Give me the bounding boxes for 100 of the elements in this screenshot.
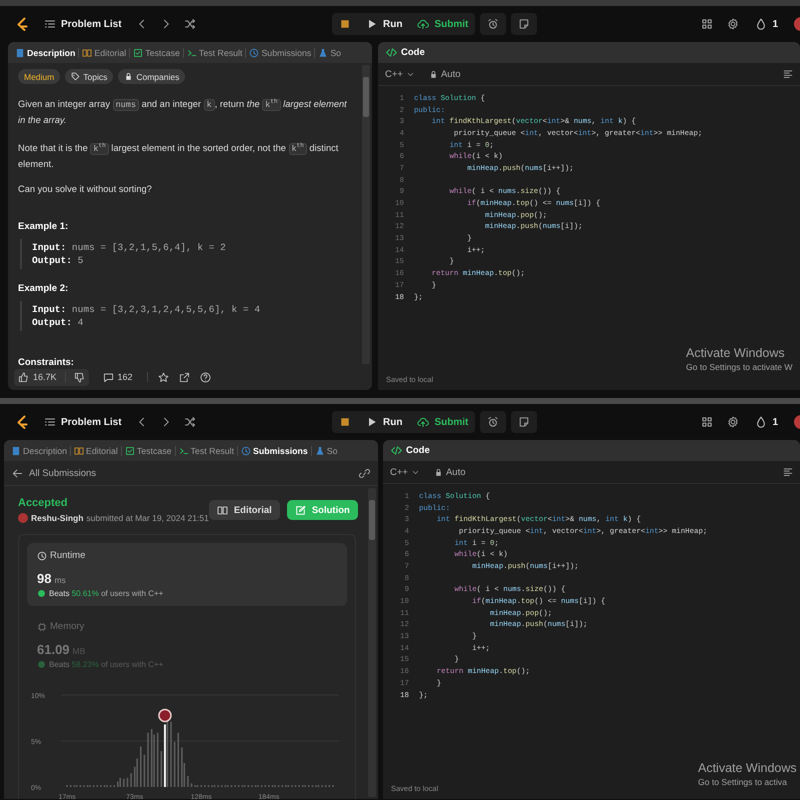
example-title: Example 1: bbox=[18, 220, 70, 232]
description-text: Note that it is the k$^{th}$ largest element in the sorted order, not the k$^{th}$ distinct element. bbox=[18, 140, 340, 171]
problem-list-button[interactable]: Problem List bbox=[42, 13, 124, 35]
alarm-icon bbox=[487, 416, 500, 428]
grid-icon[interactable] bbox=[701, 18, 714, 30]
tab[interactable]: Editorial bbox=[71, 440, 121, 461]
scrollbar[interactable] bbox=[362, 65, 370, 364]
tab[interactable]: Submissions bbox=[246, 42, 314, 63]
shuffle-icon[interactable] bbox=[184, 18, 196, 30]
watermark-title: Activate Windows bbox=[698, 761, 797, 775]
tag-button[interactable]: Companies bbox=[118, 69, 186, 84]
note-icon bbox=[518, 18, 530, 30]
doc-icon bbox=[11, 446, 21, 456]
difficulty-label: Medium bbox=[18, 69, 60, 84]
book-icon bbox=[216, 504, 228, 516]
streak-button[interactable]: 1 bbox=[753, 13, 780, 35]
back-arrow-icon bbox=[12, 468, 23, 478]
alarm-icon bbox=[487, 18, 500, 30]
streak-button[interactable]: 1 bbox=[753, 411, 780, 433]
tab[interactable]: Testcase bbox=[122, 440, 175, 461]
terminal-icon bbox=[178, 446, 189, 456]
clock-icon bbox=[241, 446, 252, 456]
user-link[interactable]: Reshu-Singh bbox=[31, 513, 84, 523]
code-icon bbox=[391, 445, 402, 456]
code-icon bbox=[386, 47, 397, 58]
panel-title: Code bbox=[401, 47, 425, 58]
format-icon[interactable] bbox=[783, 467, 793, 477]
grid-icon[interactable] bbox=[701, 416, 714, 428]
comment-icon bbox=[102, 372, 114, 382]
editorial-button[interactable]: Editorial bbox=[208, 500, 280, 520]
chip-icon bbox=[37, 622, 47, 632]
book-icon bbox=[82, 48, 92, 58]
beats-text: Beats 50.61% of users with C++ bbox=[49, 589, 164, 598]
histogram-bar bbox=[177, 732, 180, 787]
language-dropdown[interactable]: C++ bbox=[390, 466, 420, 478]
tab[interactable]: Test Result bbox=[184, 42, 246, 63]
watermark-text: Go to Settings to activate W bbox=[686, 362, 793, 372]
user-avatar bbox=[18, 513, 28, 523]
example-block: Input: nums = [3,2,1,5,6,4], k = 2 Output: 5 bbox=[20, 238, 352, 269]
thumbs-down-icon bbox=[74, 372, 85, 382]
list-icon bbox=[44, 416, 56, 428]
alarm-button[interactable] bbox=[480, 411, 506, 433]
stat-value: 61.09 bbox=[37, 642, 70, 657]
upload-icon bbox=[417, 18, 430, 30]
tab[interactable]: Testcase bbox=[130, 42, 183, 63]
format-icon[interactable] bbox=[783, 69, 793, 79]
settings-icon[interactable] bbox=[727, 18, 740, 30]
settings-icon[interactable] bbox=[727, 416, 740, 428]
lock-icon bbox=[124, 72, 134, 81]
tab[interactable]: Submissions bbox=[238, 440, 311, 461]
thumbs-up-icon bbox=[18, 372, 29, 382]
checkbox-icon bbox=[124, 446, 135, 456]
tab[interactable]: Test Result bbox=[176, 440, 238, 461]
tab[interactable]: Description bbox=[8, 440, 70, 461]
stat-label: Memory bbox=[50, 621, 84, 632]
description-text: Given an integer array nums and an integer k , return the k$^{th}$ largest element in the array. bbox=[18, 97, 348, 127]
comments-button[interactable]: 162 bbox=[98, 368, 137, 386]
play-icon bbox=[366, 416, 378, 428]
clock-icon bbox=[249, 48, 260, 58]
stat-card[interactable]: Runtime 98 ms Beats 50.61% of users with C++ bbox=[27, 543, 347, 606]
tab[interactable]: So bbox=[315, 42, 344, 63]
terminal-icon bbox=[186, 48, 197, 58]
example-title: Example 2: bbox=[18, 282, 70, 294]
scrollbar[interactable] bbox=[368, 488, 376, 797]
watermark-text: Go to Settings to activa bbox=[698, 777, 788, 787]
drop-icon bbox=[755, 18, 768, 30]
histogram-bar bbox=[140, 746, 142, 787]
alarm-button[interactable] bbox=[480, 13, 506, 35]
book-icon bbox=[74, 446, 84, 456]
language-dropdown[interactable]: C++ bbox=[385, 68, 415, 80]
tag-button[interactable]: Topics bbox=[65, 69, 114, 84]
lock-icon bbox=[434, 468, 443, 476]
tab[interactable]: Description bbox=[12, 42, 78, 63]
problem-list-button[interactable]: Problem List bbox=[42, 411, 124, 433]
play-icon bbox=[366, 18, 378, 30]
list-icon bbox=[44, 18, 56, 30]
example-block: Input: nums = [3,2,3,1,2,4,5,5,6], k = 4 Output: 4 bbox=[20, 300, 352, 331]
stat-value: 98 bbox=[37, 571, 52, 586]
auto-mode-button[interactable]: Auto bbox=[434, 466, 466, 478]
help-icon[interactable] bbox=[200, 372, 211, 382]
clock-icon bbox=[37, 550, 47, 560]
tab[interactable]: So bbox=[312, 440, 341, 461]
stat-label: Runtime bbox=[50, 550, 86, 561]
note-button[interactable] bbox=[511, 411, 538, 433]
note-button[interactable] bbox=[511, 13, 538, 35]
all-submissions-link[interactable]: All Submissions bbox=[12, 468, 96, 478]
star-icon[interactable] bbox=[158, 372, 169, 382]
doc-icon bbox=[15, 48, 25, 58]
auto-mode-button[interactable]: Auto bbox=[428, 68, 461, 80]
section-title: Constraints: bbox=[18, 356, 75, 366]
link-icon[interactable] bbox=[359, 468, 370, 478]
drop-icon bbox=[755, 416, 768, 428]
status-text: Accepted bbox=[18, 497, 69, 509]
shuffle-icon[interactable] bbox=[184, 416, 196, 428]
lock-icon bbox=[428, 70, 438, 78]
note-icon bbox=[518, 416, 530, 428]
stat-unit: ms bbox=[54, 575, 66, 585]
share-icon[interactable] bbox=[178, 372, 190, 382]
edit-icon bbox=[294, 504, 306, 516]
tab[interactable]: Editorial bbox=[79, 42, 130, 63]
